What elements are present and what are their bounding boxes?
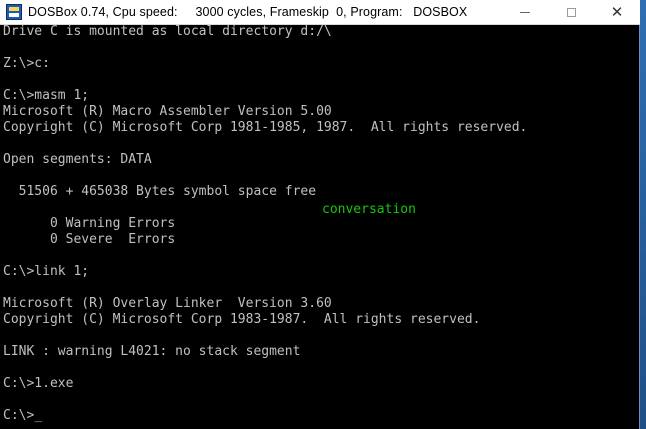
- dos-console[interactable]: Drive C is mounted as local directory d:…: [3, 24, 639, 429]
- console-line: C:\>1.exe: [3, 376, 74, 391]
- maximize-icon: [566, 8, 576, 17]
- console-line: 51506 + 465038 Bytes symbol space free: [3, 184, 317, 199]
- close-icon: ✕: [610, 3, 624, 21]
- title-bar[interactable]: DOSBox 0.74, Cpu speed: 3000 cycles, Fra…: [0, 0, 640, 25]
- close-button[interactable]: ✕: [594, 0, 640, 25]
- desktop-background: [640, 0, 646, 429]
- console-line: Z:\>c:: [3, 56, 50, 71]
- text-cursor: _: [34, 408, 43, 423]
- console-line: Drive C is mounted as local directory d:…: [3, 24, 332, 39]
- dosbox-window: DOSBox 0.74, Cpu speed: 3000 cycles, Fra…: [0, 0, 640, 429]
- window-title: DOSBox 0.74, Cpu speed: 3000 cycles, Fra…: [28, 5, 468, 19]
- dosbox-icon[interactable]: [6, 4, 22, 20]
- prompt-text: C:\>: [3, 408, 35, 423]
- maximize-button[interactable]: [548, 0, 594, 25]
- console-line: C:\>masm 1;: [3, 88, 90, 103]
- console-line: 0 Severe Errors: [3, 232, 176, 247]
- console-line: Microsoft (R) Overlay Linker Version 3.6…: [3, 296, 332, 311]
- overlay-label: conversation: [322, 202, 416, 217]
- minimize-button[interactable]: [502, 0, 548, 25]
- console-line: Microsoft (R) Macro Assembler Version 5.…: [3, 104, 332, 119]
- minimize-icon: [520, 12, 530, 13]
- console-line: LINK : warning L4021: no stack segment: [3, 344, 301, 359]
- console-line: Open segments: DATA: [3, 152, 152, 167]
- console-line: 0 Warning Errors: [3, 216, 176, 231]
- console-line: Copyright (C) Microsoft Corp 1981-1985, …: [3, 120, 528, 135]
- console-line: Copyright (C) Microsoft Corp 1983-1987. …: [3, 312, 481, 327]
- prompt-line[interactable]: C:\>_: [3, 408, 639, 424]
- console-line: C:\>link 1;: [3, 264, 90, 279]
